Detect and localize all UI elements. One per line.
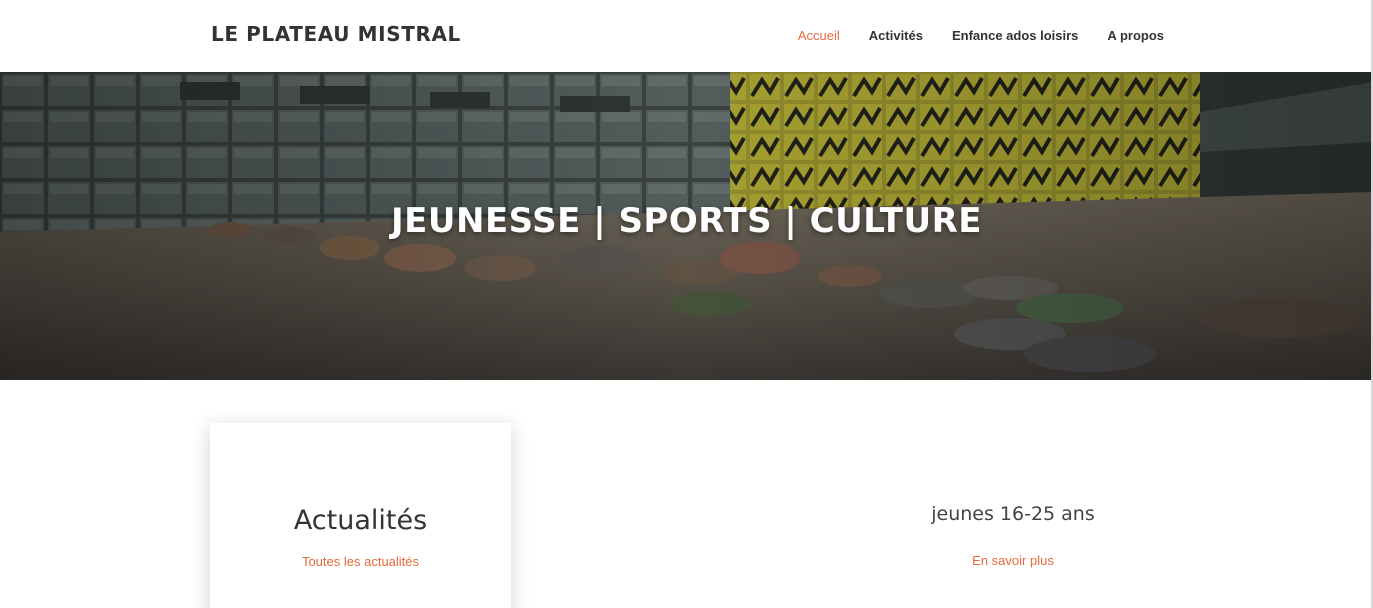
- nav-item-activites[interactable]: Activités: [869, 28, 923, 43]
- youth-block-link[interactable]: En savoir plus: [862, 553, 1164, 568]
- hero-banner: JEUNESSE | SPORTS | CULTURE: [0, 72, 1373, 380]
- nav-item-a-propos[interactable]: A propos: [1107, 28, 1164, 43]
- youth-block-title: jeunes 16-25 ans: [931, 503, 1095, 525]
- main-nav: Accueil Activités Enfance ados loisirs A…: [798, 28, 1164, 43]
- news-card-title: Actualités: [293, 505, 428, 536]
- page: LE PLATEAU MISTRAL Accueil Activités Enf…: [0, 0, 1373, 608]
- nav-item-accueil[interactable]: Accueil: [798, 28, 840, 43]
- nav-item-enfance-ados-loisirs[interactable]: Enfance ados loisirs: [952, 28, 1078, 43]
- site-header: LE PLATEAU MISTRAL Accueil Activités Enf…: [0, 0, 1373, 72]
- site-logo[interactable]: LE PLATEAU MISTRAL: [211, 22, 461, 46]
- hero-title: JEUNESSE | SPORTS | CULTURE: [391, 201, 982, 241]
- news-card-link[interactable]: Toutes les actualités: [210, 554, 511, 569]
- news-card: Actualités Toutes les actualités: [210, 423, 511, 608]
